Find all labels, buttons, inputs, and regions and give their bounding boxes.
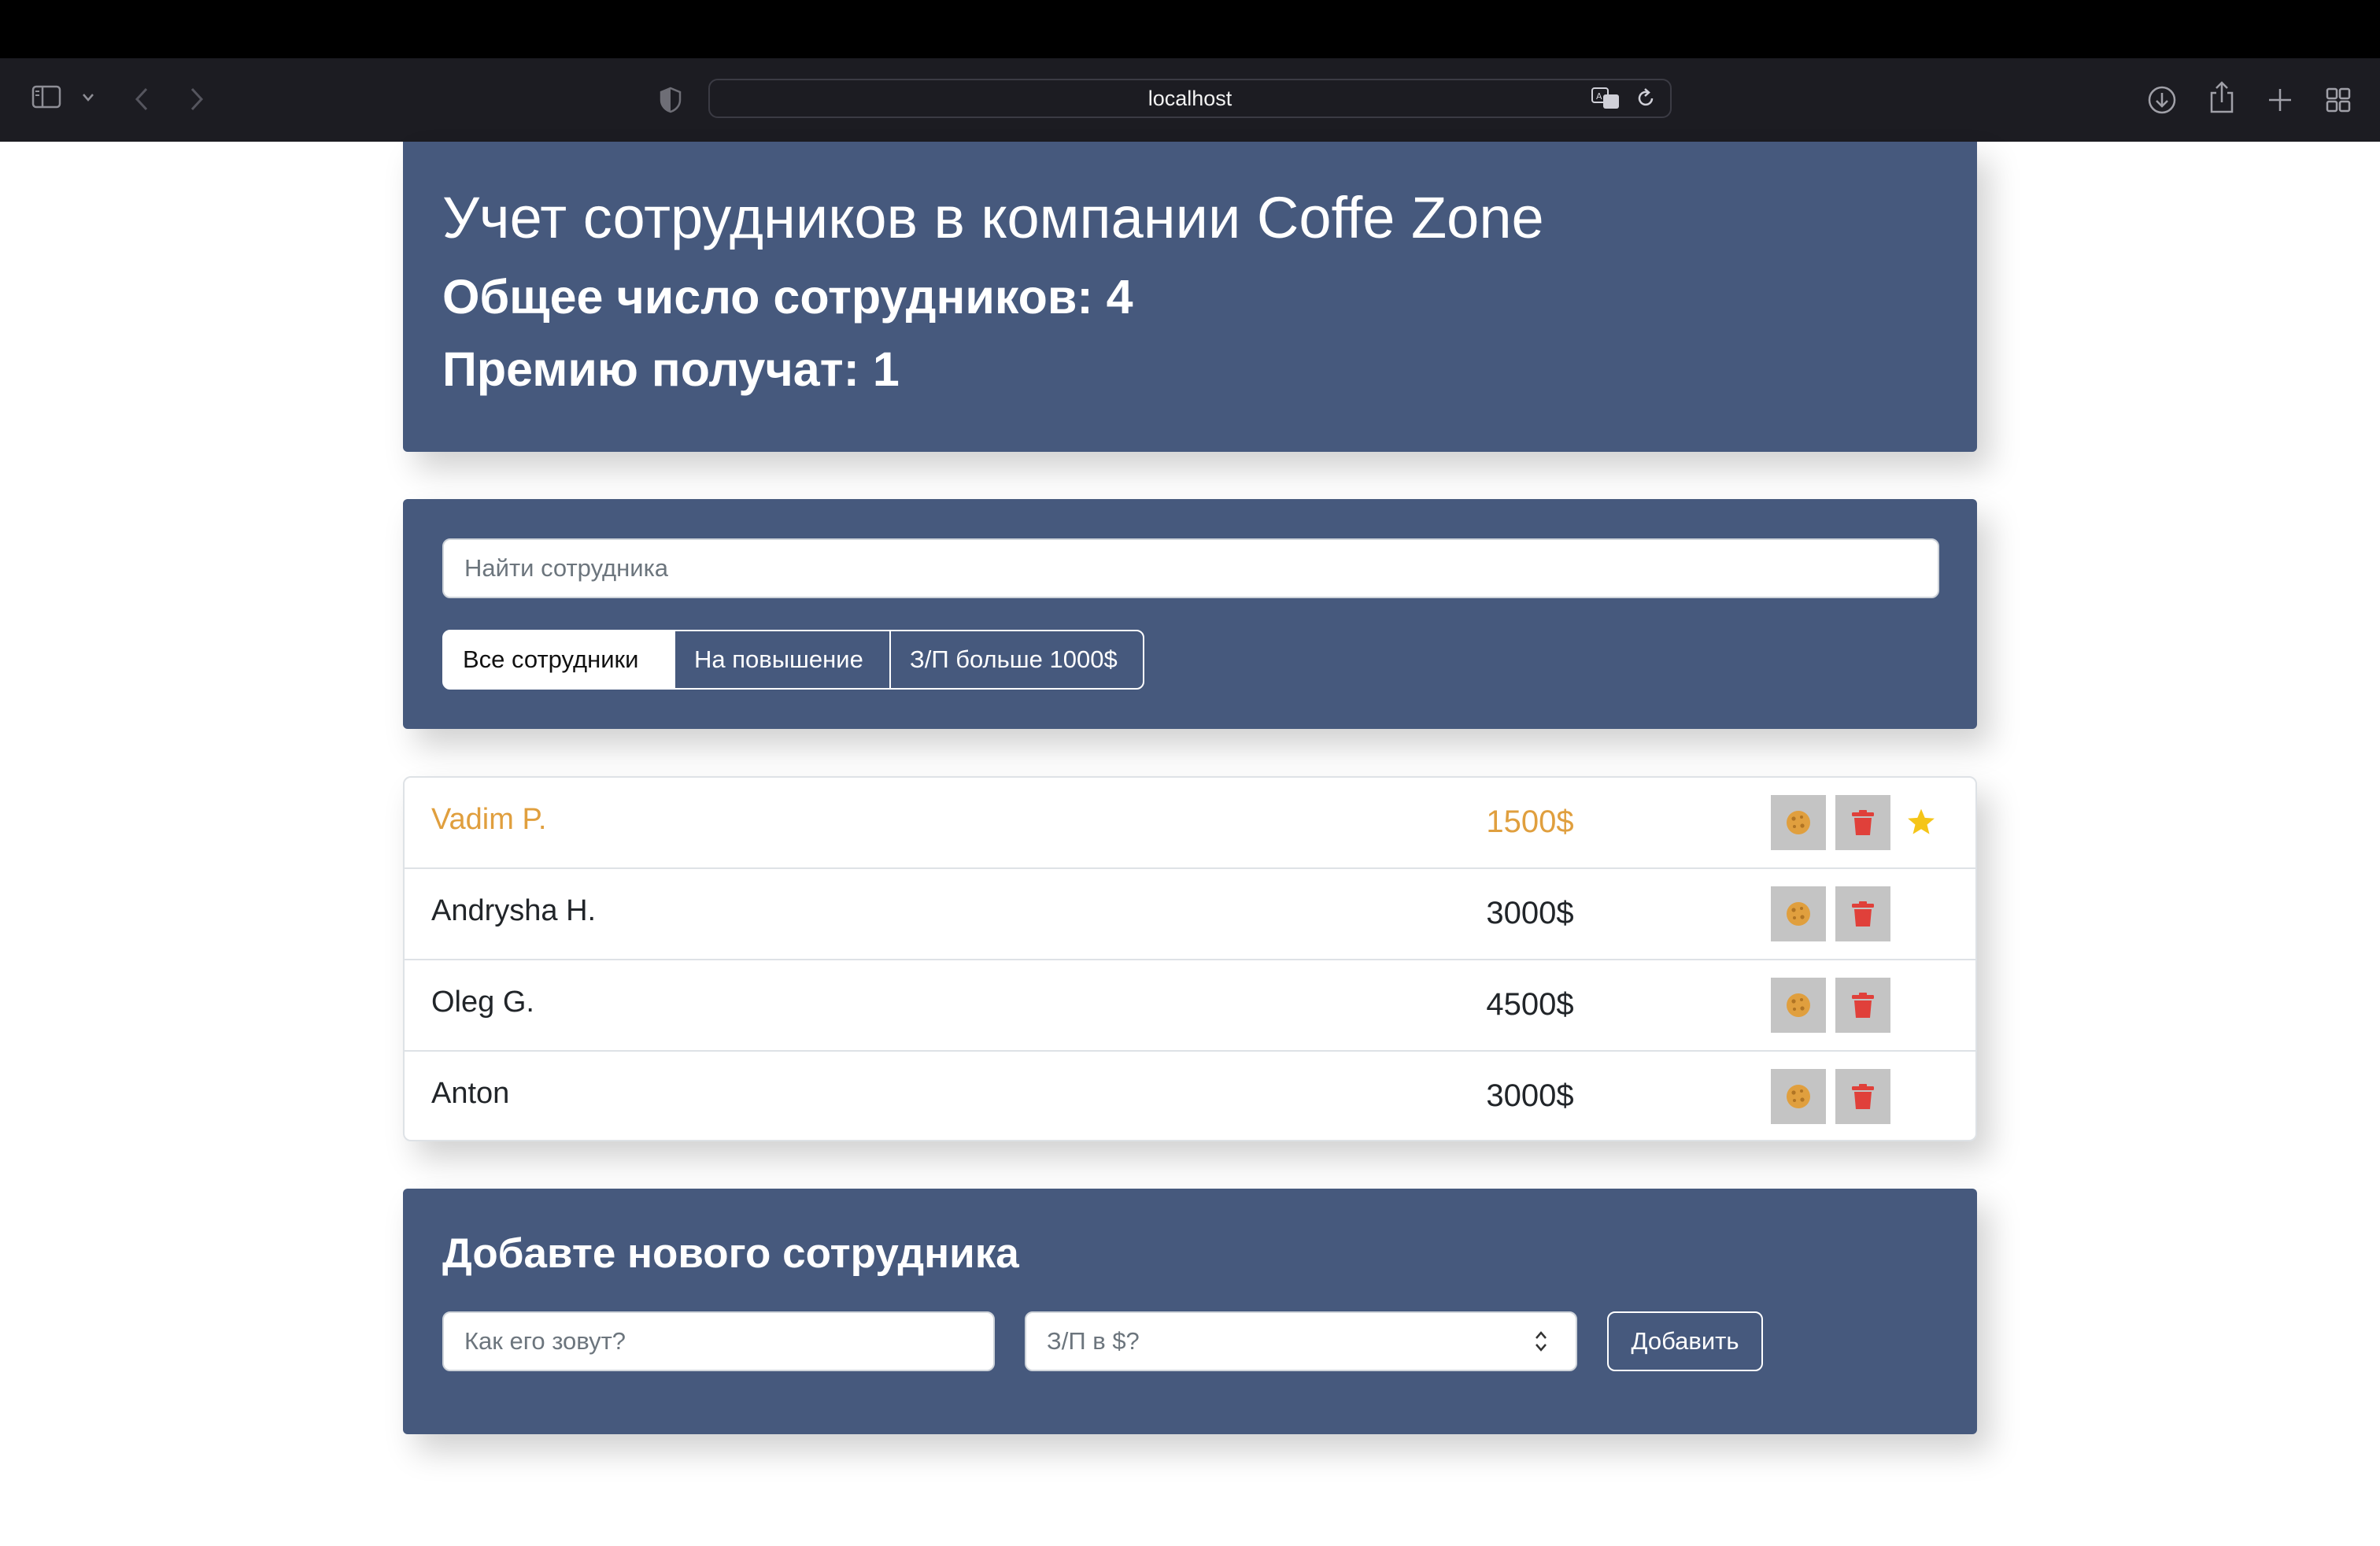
filter-group: Все сотрудники На повышение З/П больше 1… <box>442 630 1144 690</box>
chevron-right-icon[interactable] <box>189 87 205 112</box>
cookie-button[interactable] <box>1771 978 1826 1033</box>
employee-salary[interactable]: 3000$ <box>1428 896 1632 931</box>
list-item: Andrysha H. 3000$ <box>405 869 1975 960</box>
list-item: Vadim P. 1500$ <box>405 778 1975 869</box>
shield-icon[interactable] <box>660 87 682 113</box>
cookie-button[interactable] <box>1771 886 1826 941</box>
employee-salary-input[interactable] <box>1025 1311 1577 1371</box>
svg-text:A: A <box>1596 91 1602 102</box>
filter-all-button[interactable]: Все сотрудники <box>442 630 675 690</box>
employee-name-input[interactable] <box>442 1311 995 1371</box>
reload-icon[interactable] <box>1635 87 1656 113</box>
employee-salary[interactable]: 1500$ <box>1428 804 1632 840</box>
add-employee-panel: Добавте нового сотрудника Добавить <box>403 1189 1977 1434</box>
employee-name[interactable]: Anton <box>431 1077 509 1111</box>
browser-toolbar: localhost A <box>0 58 2380 142</box>
window-top-strip <box>0 0 2380 58</box>
address-bar[interactable]: localhost A <box>708 79 1672 118</box>
chevron-down-icon[interactable] <box>82 93 94 102</box>
search-input[interactable] <box>442 538 1939 598</box>
cookie-icon <box>1787 1085 1810 1108</box>
download-icon[interactable] <box>2147 85 2177 115</box>
star-icon <box>1906 808 1936 840</box>
employee-salary[interactable]: 4500$ <box>1428 987 1632 1023</box>
bonus-employees-count: Премию получат: 1 <box>442 342 900 396</box>
cookie-icon <box>1787 993 1810 1017</box>
employee-salary[interactable]: 3000$ <box>1428 1078 1632 1114</box>
chevron-left-icon[interactable] <box>134 87 150 112</box>
delete-button[interactable] <box>1835 978 1890 1033</box>
trash-icon <box>1852 901 1874 926</box>
list-item: Oleg G. 4500$ <box>405 960 1975 1052</box>
search-panel: Все сотрудники На повышение З/П больше 1… <box>403 499 1977 729</box>
trash-icon <box>1852 993 1874 1018</box>
employees-list: Vadim P. 1500$ Andrysha H. 3000$ Oleg G.… <box>403 776 1977 1141</box>
add-employee-button[interactable]: Добавить <box>1607 1311 1763 1371</box>
plus-icon[interactable] <box>2267 87 2293 113</box>
number-stepper-icon[interactable] <box>1533 1327 1549 1359</box>
add-form-title: Добавте нового сотрудника <box>442 1230 1019 1277</box>
cookie-icon <box>1787 811 1810 834</box>
share-icon[interactable] <box>2208 80 2235 113</box>
app-info-panel: Учет сотрудников в компании Coffe Zone О… <box>403 142 1977 452</box>
delete-button[interactable] <box>1835 1069 1890 1124</box>
url-text: localhost <box>1148 86 1232 110</box>
delete-button[interactable] <box>1835 886 1890 941</box>
sidebar-icon[interactable] <box>31 85 61 109</box>
page-title: Учет сотрудников в компании Coffe Zone <box>442 185 1544 250</box>
tab-overview-icon[interactable] <box>2325 87 2352 113</box>
cookie-button[interactable] <box>1771 1069 1826 1124</box>
total-employees-count: Общее число сотрудников: 4 <box>442 270 1133 324</box>
delete-button[interactable] <box>1835 795 1890 850</box>
employee-name[interactable]: Vadim P. <box>431 803 546 837</box>
list-item: Anton 3000$ <box>405 1052 1975 1140</box>
cookie-button[interactable] <box>1771 795 1826 850</box>
cookie-icon <box>1787 902 1810 926</box>
employee-name[interactable]: Oleg G. <box>431 986 534 1019</box>
filter-salary-over-1000-button[interactable]: З/П больше 1000$ <box>889 630 1144 690</box>
employee-name[interactable]: Andrysha H. <box>431 894 596 928</box>
trash-icon <box>1852 810 1874 835</box>
translate-icon[interactable]: A <box>1591 87 1621 114</box>
filter-increase-button[interactable]: На повышение <box>674 630 891 690</box>
trash-icon <box>1852 1084 1874 1109</box>
